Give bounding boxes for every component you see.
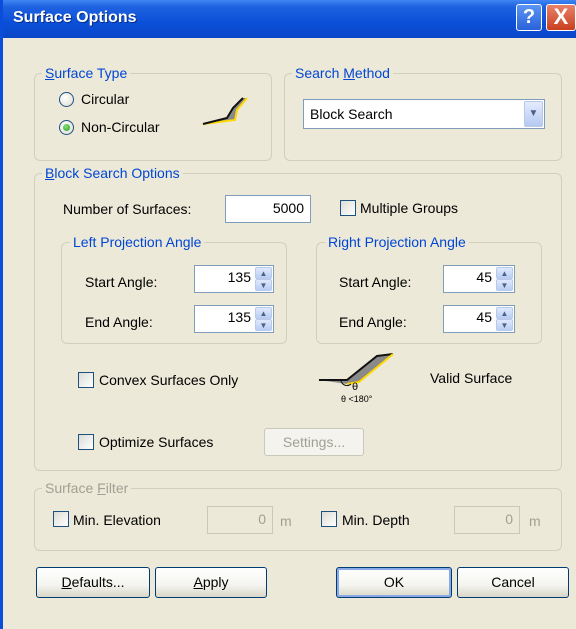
theta-constraint-label: θ <180° [341, 394, 373, 404]
right-start-angle-label: Start Angle: [339, 274, 412, 290]
window-title: Surface Options [13, 9, 137, 26]
min-elevation-label[interactable]: Min. Elevation [73, 512, 161, 528]
number-of-surfaces-label: Number of Surfaces: [63, 201, 192, 217]
defaults-button[interactable]: Defaults... [36, 567, 150, 598]
right-projection-angle-legend: Right Projection Angle [325, 234, 469, 250]
non-circular-label[interactable]: Non-Circular [81, 119, 160, 135]
search-method-value: Block Search [310, 106, 393, 122]
convex-surfaces-only-label[interactable]: Convex Surfaces Only [99, 372, 238, 388]
ok-button[interactable]: OK [336, 567, 452, 598]
min-depth-unit: m [529, 513, 541, 529]
spin-up-icon[interactable]: ▲ [496, 267, 513, 279]
non-circular-surface-icon [202, 97, 248, 125]
chevron-down-icon[interactable]: ▼ [524, 101, 543, 127]
multiple-groups-checkbox[interactable] [340, 200, 356, 216]
min-depth-checkbox[interactable] [321, 511, 337, 527]
min-depth-label[interactable]: Min. Depth [342, 512, 410, 528]
min-elevation-checkbox[interactable] [53, 511, 69, 527]
valid-surface-label: Valid Surface [430, 370, 513, 386]
surface-type-legend: Surface Type [42, 65, 131, 81]
search-method-legend: Search Method [292, 65, 393, 81]
min-elevation-input[interactable]: 0 [207, 506, 273, 534]
right-start-angle-spinner[interactable]: 45 ▲ ▼ [443, 265, 515, 293]
spin-down-icon[interactable]: ▼ [255, 279, 272, 291]
convex-surfaces-only-checkbox[interactable] [78, 372, 94, 388]
spin-down-icon[interactable]: ▼ [255, 319, 272, 331]
spin-down-icon[interactable]: ▼ [496, 319, 513, 331]
surface-options-dialog: Surface Options ? X Surface Type Circula… [0, 0, 576, 629]
spin-down-icon[interactable]: ▼ [496, 279, 513, 291]
left-projection-angle-legend: Left Projection Angle [70, 234, 205, 250]
spin-up-icon[interactable]: ▲ [496, 307, 513, 319]
settings-button[interactable]: Settings... [264, 428, 364, 456]
left-start-angle-label: Start Angle: [85, 274, 158, 290]
search-method-select[interactable]: Block Search ▼ [303, 99, 545, 129]
close-button[interactable]: X [546, 4, 576, 31]
help-button[interactable]: ? [516, 4, 542, 31]
spin-up-icon[interactable]: ▲ [255, 307, 272, 319]
circular-label[interactable]: Circular [81, 91, 129, 107]
theta-symbol: θ [352, 382, 358, 392]
valid-surface-diagram-icon: θ [319, 353, 394, 392]
optimize-surfaces-label[interactable]: Optimize Surfaces [99, 434, 213, 450]
spin-up-icon[interactable]: ▲ [255, 267, 272, 279]
non-circular-radio[interactable] [59, 120, 74, 135]
surface-filter-legend: Surface Filter [42, 480, 132, 496]
min-depth-input[interactable]: 0 [454, 506, 520, 534]
min-elevation-unit: m [280, 513, 292, 529]
apply-button[interactable]: Apply [155, 567, 267, 598]
number-of-surfaces-input[interactable]: 5000 [225, 195, 311, 223]
cancel-button[interactable]: Cancel [457, 567, 569, 598]
multiple-groups-label[interactable]: Multiple Groups [360, 200, 458, 216]
block-search-options-legend: Block Search Options [42, 165, 183, 181]
right-end-angle-spinner[interactable]: 45 ▲ ▼ [443, 305, 515, 333]
left-end-angle-spinner[interactable]: 135 ▲ ▼ [194, 305, 274, 333]
optimize-surfaces-checkbox[interactable] [78, 434, 94, 450]
right-end-angle-label: End Angle: [339, 314, 407, 330]
left-start-angle-spinner[interactable]: 135 ▲ ▼ [194, 265, 274, 293]
left-end-angle-label: End Angle: [85, 314, 153, 330]
title-bar[interactable]: Surface Options ? X [3, 0, 576, 38]
circular-radio[interactable] [59, 92, 74, 107]
